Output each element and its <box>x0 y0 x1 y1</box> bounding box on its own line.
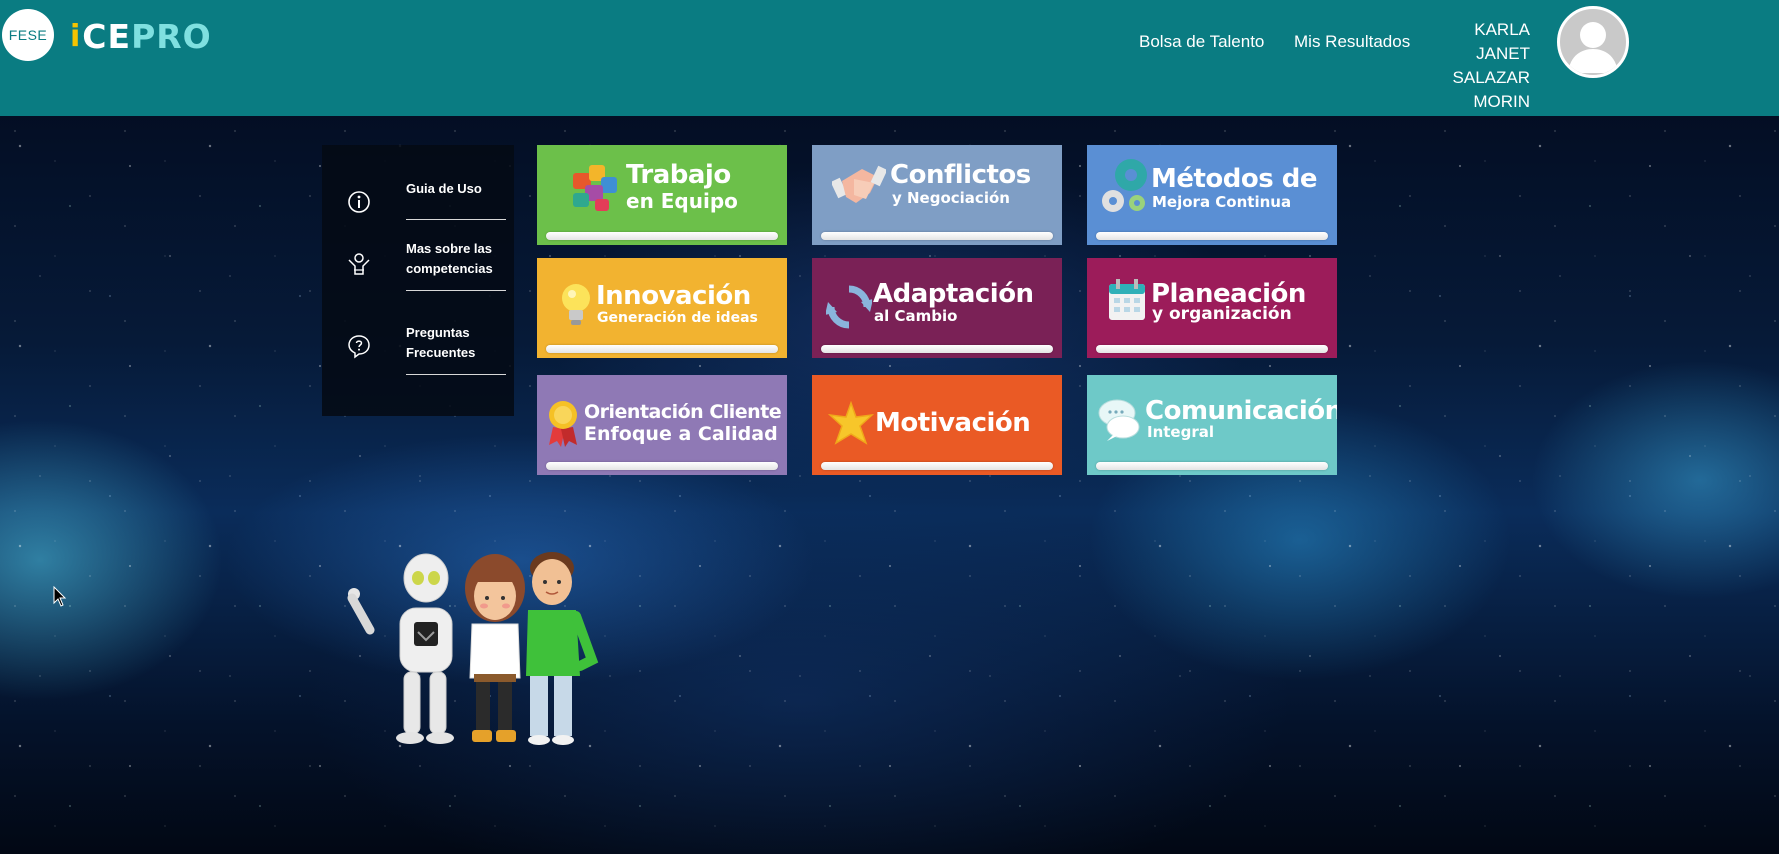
tile-progress-bar <box>546 232 778 240</box>
tile-subtitle: al Cambio <box>874 307 958 325</box>
gears-icon <box>1102 159 1147 212</box>
user-name-line: JANET <box>1476 44 1530 63</box>
divider <box>406 290 506 291</box>
boy-character <box>526 552 599 745</box>
side-menu-item-competencias[interactable]: Mas sobre las competencias <box>346 239 506 299</box>
side-menu-label: Mas sobre las competencias <box>406 241 493 276</box>
side-menu: Guia de Uso Mas sobre las competencias P… <box>322 145 514 416</box>
tile-innovacion[interactable]: Innovación Generación de ideas <box>537 258 787 358</box>
person-icon <box>348 253 370 275</box>
tile-metodos-de-mejora-continua[interactable]: Métodos de Mejora Continua <box>1087 145 1337 245</box>
tile-title: Motivación <box>875 408 1031 438</box>
nav-link-bolsa-de-talento[interactable]: Bolsa de Talento <box>1139 32 1264 52</box>
tile-title: Adaptación <box>873 279 1034 309</box>
calendar-icon <box>1109 279 1145 320</box>
tile-subtitle: Generación de ideas <box>597 310 758 326</box>
side-menu-label: Preguntas Frecuentes <box>406 325 476 360</box>
tile-subtitle: Mejora Continua <box>1152 193 1292 211</box>
tile-title: Innovación <box>596 281 751 311</box>
tile-orientacion-cliente[interactable]: Orientación Cliente Enfoque a Calidad <box>537 375 787 475</box>
tile-progress-bar <box>546 462 778 470</box>
tile-title: Conflictos <box>890 160 1031 190</box>
tile-subtitle: Enfoque a Calidad <box>584 423 778 445</box>
side-menu-item-guia-de-uso[interactable]: Guia de Uso <box>346 179 506 229</box>
divider <box>406 219 506 220</box>
medal-icon <box>549 401 577 447</box>
question-icon <box>348 335 370 359</box>
tile-comunicacion-integral[interactable]: Comunicación Integral <box>1087 375 1337 475</box>
lightbulb-icon <box>562 284 590 325</box>
tile-progress-bar <box>821 462 1053 470</box>
girl-character <box>465 554 525 742</box>
tile-adaptacion-al-cambio[interactable]: Adaptación al Cambio <box>812 258 1062 358</box>
puzzle-icon <box>573 165 617 211</box>
handshake-icon <box>832 165 886 203</box>
icepro-logo[interactable]: i CE PRO <box>70 16 212 56</box>
brand-letters-ce: CE <box>82 16 132 56</box>
nav-link-mis-resultados[interactable]: Mis Resultados <box>1294 32 1410 52</box>
tile-progress-bar <box>821 232 1053 240</box>
tile-progress-bar <box>1096 462 1328 470</box>
refresh-icon <box>826 285 872 329</box>
side-menu-item-preguntas-frecuentes[interactable]: Preguntas Frecuentes <box>346 323 506 383</box>
user-name-line: MORIN <box>1473 92 1530 111</box>
tile-progress-bar <box>821 345 1053 353</box>
tile-subtitle: en Equipo <box>626 189 738 213</box>
tile-progress-bar <box>1096 345 1328 353</box>
tile-title: Trabajo <box>626 160 731 190</box>
top-navigation-bar: FESE i CE PRO Bolsa de Talento Mis Resulta… <box>0 0 1779 116</box>
tile-title: Orientación Cliente <box>584 401 782 423</box>
brand-letter-i: i <box>70 18 82 54</box>
robot-character <box>347 553 454 744</box>
mouse-cursor-icon <box>53 586 67 607</box>
tile-subtitle: y organización <box>1152 304 1292 324</box>
user-name-line: SALAZAR <box>1452 68 1530 87</box>
tile-progress-bar <box>1096 232 1328 240</box>
tile-title: Comunicación <box>1145 396 1337 426</box>
side-menu-label: Guia de Uso <box>406 181 482 196</box>
mascot-characters-illustration <box>347 552 599 745</box>
tile-subtitle: y Negociación <box>892 189 1010 207</box>
user-avatar[interactable] <box>1557 6 1629 78</box>
tile-subtitle: Integral <box>1147 423 1215 441</box>
divider <box>406 374 506 375</box>
star-icon <box>828 401 874 445</box>
brand-letters-pro: PRO <box>131 16 212 56</box>
user-name-line: KARLA <box>1474 20 1530 39</box>
tile-progress-bar <box>546 345 778 353</box>
chat-bubble-icon <box>1098 399 1140 441</box>
tile-trabajo-en-equipo[interactable]: Trabajo en Equipo <box>537 145 787 245</box>
tile-motivacion[interactable]: Motivación <box>812 375 1062 475</box>
tile-planeacion-y-organizacion[interactable]: Planeación y organización <box>1087 258 1337 358</box>
tile-title: Métodos de <box>1151 164 1318 194</box>
fese-logo[interactable]: FESE <box>2 9 54 61</box>
info-icon <box>348 191 370 213</box>
tile-conflictos-y-negociacion[interactable]: Conflictos y Negociación <box>812 145 1062 245</box>
user-name[interactable]: KARLA JANET SALAZAR MORIN <box>1453 18 1530 114</box>
avatar-placeholder-icon <box>1568 22 1618 73</box>
